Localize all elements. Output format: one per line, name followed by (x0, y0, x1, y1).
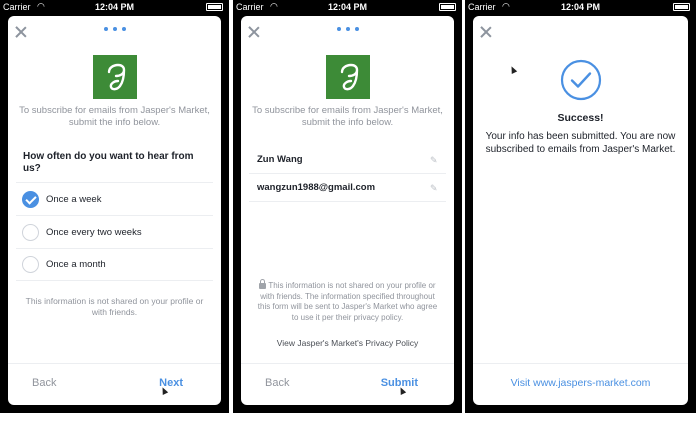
success-title: Success! (557, 112, 604, 124)
status-time: 12:04 PM (94, 2, 135, 12)
jaspers-market-logo (92, 55, 137, 99)
phone-screen-contact-info: Carrier ◠ 12:04 PM To subscribe for emai… (233, 0, 462, 413)
status-time: 12:04 PM (327, 2, 368, 12)
phone-screen-success: Carrier ◠ 12:04 PM Success! Your info ha… (465, 0, 696, 413)
frequency-question: How often do you want to hear from us? (23, 151, 194, 174)
option-label: Once a week (46, 193, 102, 205)
option-once-every-two-weeks[interactable]: Once every two weeks (16, 215, 213, 248)
radio-unchecked-icon[interactable] (22, 223, 39, 241)
name-field[interactable]: Zun Wang ✎ (249, 146, 446, 174)
email-value: wangzun1988@gmail.com (257, 182, 376, 193)
page-dot (336, 27, 341, 31)
edit-pencil-icon[interactable]: ✎ (430, 183, 440, 193)
option-label: Once a month (46, 259, 106, 270)
battery-icon (206, 3, 223, 11)
status-bar: Carrier ◠ 12:04 PM (465, 0, 696, 14)
battery-icon (439, 3, 456, 11)
edit-pencil-icon[interactable]: ✎ (430, 155, 440, 165)
privacy-policy-link[interactable]: View Jasper's Market's Privacy Policy (241, 338, 454, 348)
phone-screen-frequency: Carrier ◠ 12:04 PM To subscribe for emai… (0, 0, 229, 413)
cursor-icon (508, 65, 518, 74)
visit-website-link[interactable]: Visit www.jaspers-market.com (473, 377, 688, 389)
name-value: Zun Wang (257, 154, 303, 165)
status-bar: Carrier ◠ 12:04 PM (0, 0, 229, 14)
option-once-a-week[interactable]: Once a week (16, 182, 213, 215)
status-time: 12:04 PM (560, 2, 601, 12)
privacy-note: This information is not shared on your p… (25, 296, 204, 317)
privacy-note-text: This information is not shared on your p… (257, 281, 438, 322)
back-button[interactable]: Back (32, 377, 56, 389)
back-button[interactable]: Back (265, 377, 289, 389)
radio-checked-icon[interactable] (22, 190, 39, 208)
close-icon[interactable] (248, 26, 260, 38)
intro-text: To subscribe for emails from Jasper's Ma… (252, 105, 443, 128)
page-indicator (103, 27, 126, 31)
page-dot (345, 27, 350, 31)
page-dot (103, 27, 108, 31)
success-check-icon (560, 59, 601, 101)
close-icon[interactable] (480, 26, 492, 38)
card-footer: Back Next (8, 363, 221, 405)
card-footer: Visit www.jaspers-market.com (473, 363, 688, 405)
option-once-a-month[interactable]: Once a month (16, 248, 213, 281)
privacy-note: This information is not shared on your p… (257, 279, 438, 323)
card-footer: Back Submit (241, 363, 454, 405)
intro-text: To subscribe for emails from Jasper's Ma… (19, 105, 210, 128)
page-dot (354, 27, 359, 31)
page-dot (121, 27, 126, 31)
page-dot (112, 27, 117, 31)
radio-unchecked-icon[interactable] (22, 256, 39, 273)
option-label: Once every two weeks (46, 226, 142, 238)
lock-icon (259, 279, 267, 289)
close-icon[interactable] (15, 26, 27, 38)
success-message: Your info has been submitted. You are no… (485, 131, 676, 155)
subscribe-card: To subscribe for emails from Jasper's Ma… (241, 16, 454, 405)
success-card: Success! Your info has been submitted. Y… (473, 16, 688, 405)
page-indicator (336, 27, 359, 31)
email-field[interactable]: wangzun1988@gmail.com ✎ (249, 174, 446, 202)
subscribe-card: To subscribe for emails from Jasper's Ma… (8, 16, 221, 405)
status-bar: Carrier ◠ 12:04 PM (233, 0, 462, 14)
jaspers-market-logo (325, 55, 370, 99)
battery-icon (673, 3, 690, 11)
